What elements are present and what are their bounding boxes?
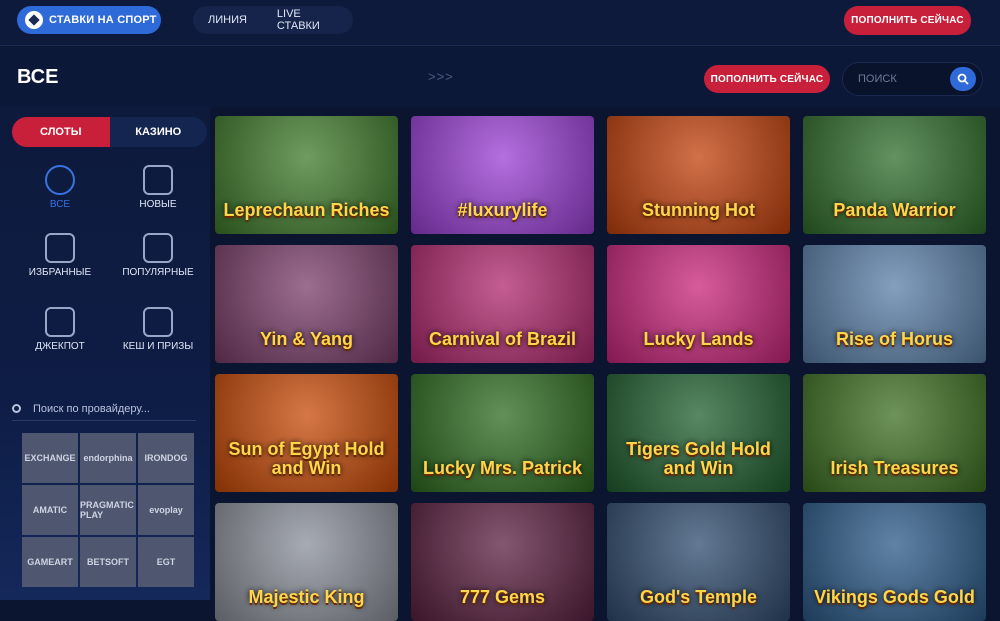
newspaper-icon bbox=[143, 233, 173, 263]
game-title: Majestic King bbox=[248, 587, 365, 608]
arrows-icon: >>> bbox=[428, 69, 454, 84]
game-tile[interactable]: Carnival of Brazil bbox=[411, 245, 594, 363]
game-title: God's Temple bbox=[640, 587, 757, 608]
game-title: Carnival of Brazil bbox=[428, 329, 577, 350]
game-tile[interactable]: #luxurylife bbox=[411, 116, 594, 234]
search-icon bbox=[957, 73, 969, 85]
provider-item[interactable]: EGT bbox=[138, 537, 194, 587]
provider-item[interactable]: PRAGMATIC PLAY bbox=[80, 485, 136, 535]
top-bar: СТАВКИ НА СПОРТ ЛИНИЯ LIVE СТАВКИ ПОПОЛН… bbox=[0, 0, 1000, 46]
category-label: НОВЫЕ bbox=[139, 199, 177, 210]
game-tile[interactable]: Vikings Gods Gold bbox=[803, 503, 986, 621]
category-popular[interactable]: ПОПУЛЯРНЫЕ bbox=[113, 233, 203, 278]
game-title: Irish Treasures bbox=[830, 458, 959, 479]
game-tile[interactable]: Tigers Gold Hold and Win bbox=[607, 374, 790, 492]
sports-betting-button[interactable]: СТАВКИ НА СПОРТ bbox=[17, 6, 161, 34]
game-tile[interactable]: Yin & Yang bbox=[215, 245, 398, 363]
dice-icon bbox=[143, 165, 173, 195]
top-nav: ЛИНИЯ LIVE СТАВКИ bbox=[193, 6, 353, 34]
brand-label: СТАВКИ НА СПОРТ bbox=[49, 14, 157, 26]
game-title: Panda Warrior bbox=[833, 200, 956, 221]
game-title: Sun of Egypt Hold and Win bbox=[228, 439, 385, 479]
provider-item[interactable]: GAMEART bbox=[22, 537, 78, 587]
game-title: Lucky Mrs. Patrick bbox=[422, 458, 583, 479]
game-tile[interactable]: Leprechaun Riches bbox=[215, 116, 398, 234]
game-tile[interactable]: Lucky Lands bbox=[607, 245, 790, 363]
tab-slots[interactable]: СЛОТЫ bbox=[12, 117, 110, 147]
deposit-button[interactable]: ПОПОЛНИТЬ СЕЙЧАС bbox=[704, 65, 830, 93]
provider-search-input[interactable]: Поиск по провайдеру... bbox=[33, 403, 150, 415]
search-box[interactable]: ПОИСК bbox=[842, 62, 983, 96]
category-label: ИЗБРАННЫЕ bbox=[28, 267, 92, 278]
game-title: Rise of Horus bbox=[835, 329, 954, 350]
games-grid: Leprechaun Riches #luxurylife Stunning Hot… bbox=[215, 116, 986, 621]
provider-grid: EXCHANGE endorphina IRONDOG AMATIC PRAGM… bbox=[22, 433, 195, 587]
category-label: ДЖЕКПОТ bbox=[35, 341, 85, 352]
category-favorites[interactable]: ИЗБРАННЫЕ bbox=[15, 233, 105, 278]
category-label: ВСЕ bbox=[49, 199, 71, 210]
category-all[interactable]: ВСЕ bbox=[15, 165, 105, 210]
game-title: Vikings Gods Gold bbox=[814, 587, 975, 608]
game-tile[interactable]: Irish Treasures bbox=[803, 374, 986, 492]
game-tile[interactable]: Sun of Egypt Hold and Win bbox=[215, 374, 398, 492]
provider-item[interactable]: evoplay bbox=[138, 485, 194, 535]
provider-item[interactable]: BETSOFT bbox=[80, 537, 136, 587]
game-title: Lucky Lands bbox=[643, 329, 754, 350]
provider-item[interactable]: endorphina bbox=[80, 433, 136, 483]
soccer-ball-icon bbox=[25, 11, 43, 29]
category-label: ПОПУЛЯРНЫЕ bbox=[122, 267, 194, 278]
game-tile[interactable]: Rise of Horus bbox=[803, 245, 986, 363]
game-tile[interactable]: Lucky Mrs. Patrick bbox=[411, 374, 594, 492]
game-tile[interactable]: Panda Warrior bbox=[803, 116, 986, 234]
game-title: Tigers Gold Hold and Win bbox=[626, 439, 771, 479]
category-jackpot[interactable]: ДЖЕКПОТ bbox=[15, 307, 105, 352]
game-tile[interactable]: God's Temple bbox=[607, 503, 790, 621]
page-title: ВСЕ bbox=[17, 66, 59, 88]
provider-search[interactable]: Поиск по провайдеру... bbox=[12, 397, 196, 421]
drops-wins-icon bbox=[143, 307, 173, 337]
game-title: 777 Gems bbox=[459, 587, 546, 608]
search-icon bbox=[12, 404, 21, 413]
nav-live-bets[interactable]: LIVE СТАВКИ bbox=[262, 8, 353, 32]
game-title: Leprechaun Riches bbox=[223, 200, 390, 221]
game-tile[interactable]: 777 Gems bbox=[411, 503, 594, 621]
game-title: Yin & Yang bbox=[259, 329, 354, 350]
category-cash-prizes[interactable]: КЕШ И ПРИЗЫ bbox=[113, 307, 203, 352]
provider-item[interactable]: EXCHANGE bbox=[22, 433, 78, 483]
play-icon bbox=[45, 165, 75, 195]
provider-item[interactable]: AMATIC bbox=[22, 485, 78, 535]
game-title: #luxurylife bbox=[457, 200, 548, 221]
game-title: Stunning Hot bbox=[642, 200, 755, 221]
game-type-tabs: СЛОТЫ КАЗИНО bbox=[12, 117, 207, 147]
category-new[interactable]: НОВЫЕ bbox=[113, 165, 203, 210]
tab-casino[interactable]: КАЗИНО bbox=[110, 117, 208, 147]
game-tile[interactable]: Stunning Hot bbox=[607, 116, 790, 234]
category-label: КЕШ И ПРИЗЫ bbox=[122, 341, 194, 352]
deposit-button-top[interactable]: ПОПОЛНИТЬ СЕЙЧАС bbox=[844, 6, 971, 35]
star-icon bbox=[45, 233, 75, 263]
trophy-icon bbox=[45, 307, 75, 337]
game-tile[interactable]: Majestic King bbox=[215, 503, 398, 621]
provider-item[interactable]: IRONDOG bbox=[138, 433, 194, 483]
search-input[interactable]: ПОИСК bbox=[858, 73, 897, 85]
nav-line[interactable]: ЛИНИЯ bbox=[193, 14, 262, 26]
search-button[interactable] bbox=[950, 67, 976, 91]
